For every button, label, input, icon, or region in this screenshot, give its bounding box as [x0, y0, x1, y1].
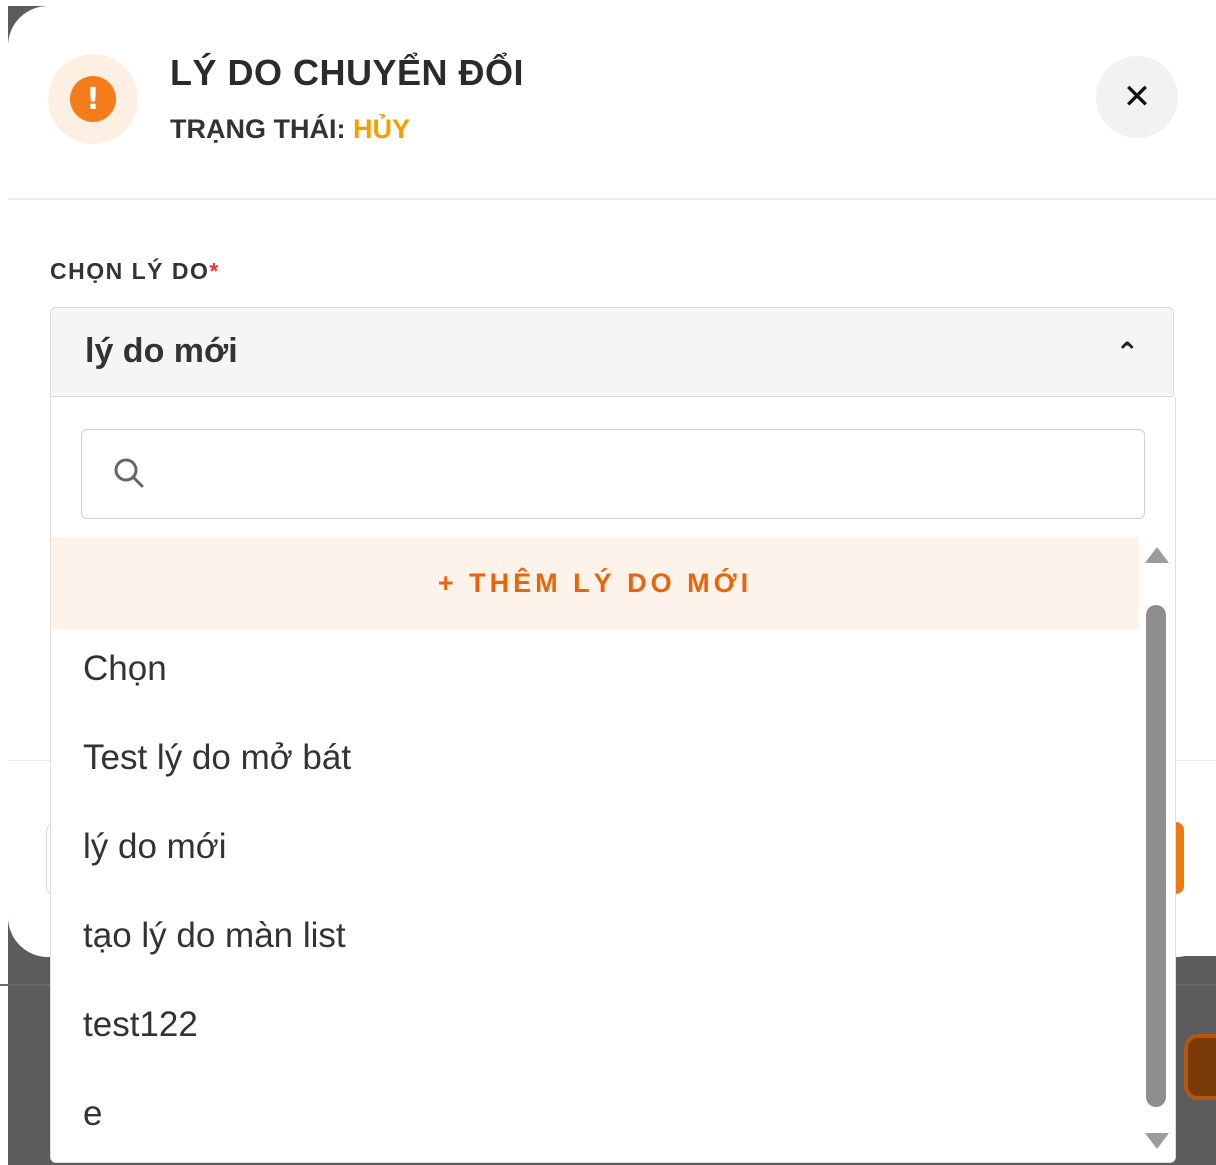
reason-option[interactable]: Test lý do mở bát — [51, 718, 1139, 807]
reason-option[interactable]: e — [51, 1074, 1139, 1162]
scroll-up-arrow-icon[interactable] — [1145, 547, 1169, 563]
status-line: TRẠNG THÁI: HỦY — [170, 114, 410, 145]
close-icon: ✕ — [1122, 77, 1152, 117]
chevron-up-icon: ⌃ — [1115, 336, 1139, 369]
exclamation-icon: ! — [70, 76, 116, 122]
required-mark: * — [209, 258, 220, 284]
status-value: HỦY — [352, 114, 410, 144]
reason-option[interactable]: lý do mới — [51, 807, 1139, 896]
background-left-strip — [0, 6, 8, 1165]
footer-confirm-button[interactable] — [1176, 822, 1184, 894]
scroll-down-arrow-icon[interactable] — [1145, 1133, 1169, 1149]
reason-option[interactable]: tạo lý do màn list — [51, 896, 1139, 985]
background-button — [1184, 1034, 1216, 1100]
reason-label-text: CHỌN LÝ DO — [50, 258, 210, 284]
reason-options-list: Chọn Test lý do mở bát lý do mới tạo lý … — [51, 629, 1139, 1162]
close-button[interactable]: ✕ — [1096, 56, 1178, 138]
search-input[interactable] — [162, 440, 1126, 510]
modal-title: LÝ DO CHUYỂN ĐỔI — [170, 52, 525, 93]
status-label: TRẠNG THÁI: — [170, 114, 353, 144]
scrollbar-thumb[interactable] — [1146, 605, 1166, 1107]
reason-select[interactable]: lý do mới ⌃ — [50, 307, 1174, 397]
add-new-reason-button[interactable]: + THÊM LÝ DO MỚI — [51, 537, 1139, 629]
reason-option[interactable]: Chọn — [51, 629, 1139, 718]
reason-dropdown: + THÊM LÝ DO MỚI Chọn Test lý do mở bát … — [50, 397, 1176, 1163]
reason-field-label: CHỌN LÝ DO* — [50, 258, 220, 285]
reason-option[interactable]: test122 — [51, 985, 1139, 1074]
search-field[interactable] — [81, 429, 1145, 519]
selected-reason: lý do mới — [85, 332, 238, 370]
header-divider — [8, 198, 1216, 200]
search-icon — [114, 458, 144, 488]
alert-badge: ! — [48, 54, 138, 144]
